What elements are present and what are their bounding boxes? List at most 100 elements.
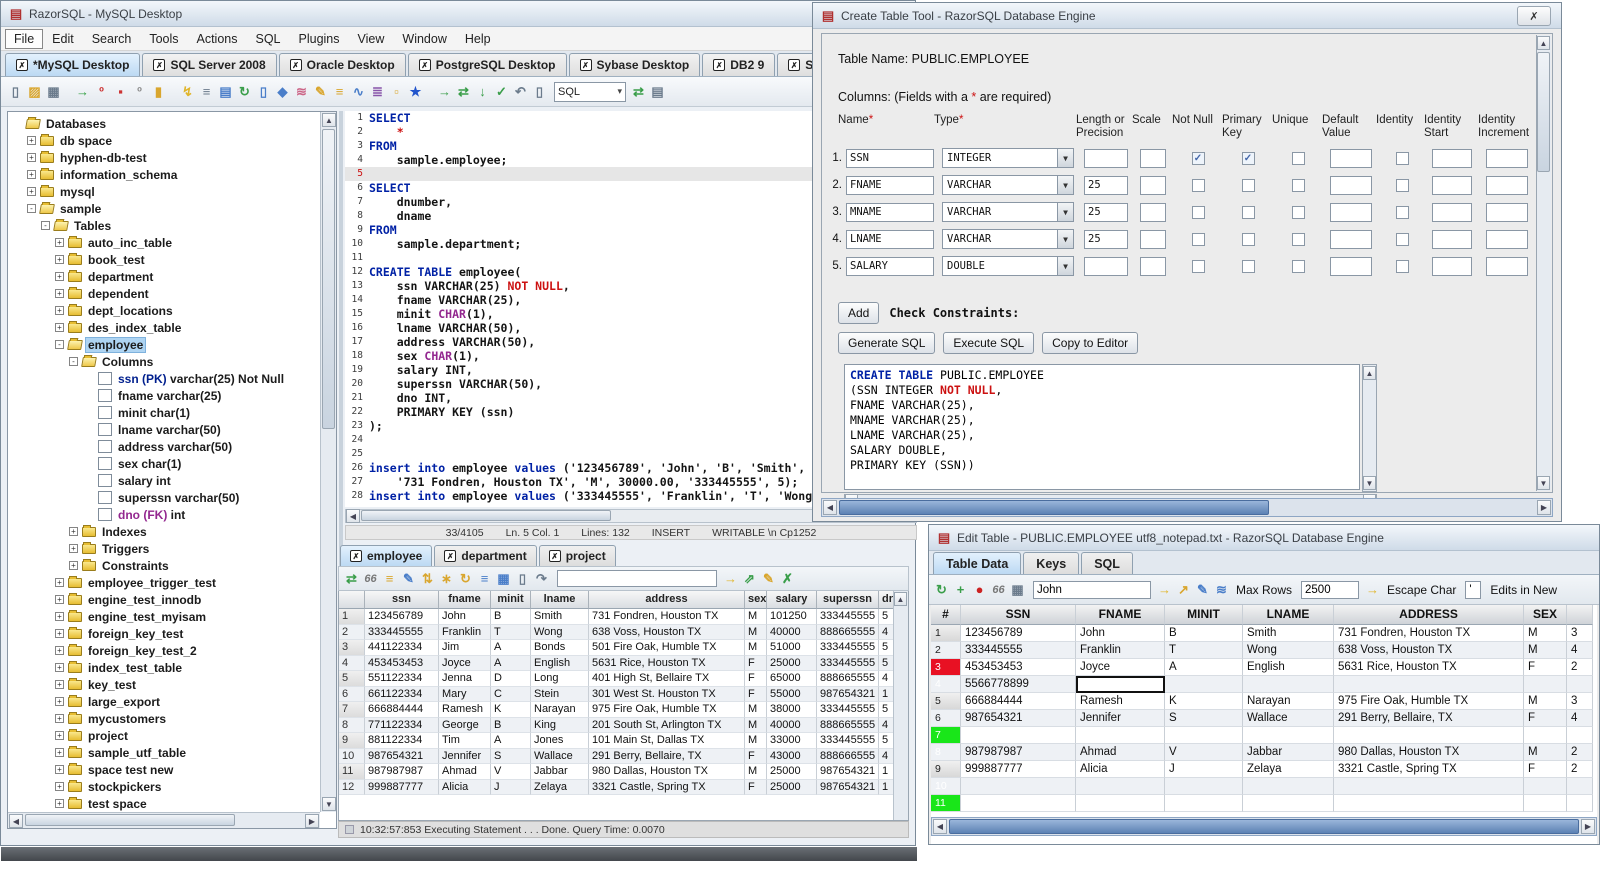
- expand-icon[interactable]: +: [55, 748, 64, 757]
- column-header-lname[interactable]: LNAME: [1243, 605, 1334, 625]
- cell[interactable]: [1165, 795, 1243, 812]
- cell[interactable]: 101250: [767, 609, 817, 625]
- results-search-input[interactable]: [557, 570, 717, 587]
- cell[interactable]: 987654321: [365, 748, 439, 764]
- cell[interactable]: 888666555: [817, 748, 879, 764]
- cell[interactable]: A: [491, 733, 531, 749]
- column-header-[interactable]: #: [931, 605, 961, 625]
- row-number[interactable]: 5: [339, 671, 365, 687]
- cell[interactable]: [1524, 795, 1567, 812]
- cell[interactable]: Ramesh: [439, 702, 491, 718]
- identity-start-field[interactable]: [1432, 148, 1472, 168]
- scroll-right-icon[interactable]: ▶: [1537, 500, 1551, 515]
- length-field[interactable]: [1084, 175, 1128, 195]
- cell[interactable]: 40000: [767, 717, 817, 733]
- connection-tab-postgresql-desktop[interactable]: ✗ PostgreSQL Desktop: [407, 53, 567, 76]
- toolbar-describe-table-icon[interactable]: ▤: [217, 82, 234, 102]
- cell[interactable]: [1165, 778, 1243, 795]
- name-field[interactable]: [846, 148, 934, 168]
- cell[interactable]: 101 Main St, Dallas TX: [589, 733, 745, 749]
- table-row[interactable]: 10 987654321 Jennifer S Wallace 291 Berry, Be…: [339, 748, 908, 764]
- column-header-lname[interactable]: lname: [531, 591, 589, 609]
- type-combobox[interactable]: DOUBLE ▼: [942, 256, 1074, 276]
- table-row[interactable]: 9 881122334 Tim A Jones 101 Main St, Dallas T…: [339, 733, 908, 749]
- cell[interactable]: F: [1524, 659, 1567, 676]
- identity-checkbox[interactable]: [1395, 178, 1409, 192]
- results-key-view-icon[interactable]: ∗: [438, 569, 455, 589]
- identity-start-field[interactable]: [1432, 229, 1472, 249]
- tab-sql[interactable]: SQL: [1081, 552, 1133, 574]
- edit-refresh-table-icon[interactable]: ↻: [933, 580, 950, 600]
- cell[interactable]: [1334, 795, 1524, 812]
- results-reload-results-icon[interactable]: ↻: [457, 569, 474, 589]
- unique-checkbox[interactable]: [1291, 259, 1305, 273]
- cell[interactable]: 123456789: [365, 609, 439, 625]
- tree-item-engine-test-myisam[interactable]: + engine_test_myisam: [9, 608, 320, 625]
- scale-field[interactable]: [1140, 256, 1166, 276]
- row-number[interactable]: 2: [339, 624, 365, 640]
- cell[interactable]: Narayan: [531, 702, 589, 718]
- expand-icon[interactable]: +: [55, 272, 64, 281]
- toolbar-go-forward-icon[interactable]: →: [436, 82, 453, 102]
- tree-item-address-varchar-50[interactable]: address varchar(50): [9, 438, 320, 455]
- tree-item-engine-test-innodb[interactable]: + engine_test_innodb: [9, 591, 320, 608]
- edit-horizontal-scrollbar[interactable]: ◀ ▶: [931, 817, 1597, 836]
- tree-item-foreign-key-test[interactable]: + foreign_key_test: [9, 625, 320, 642]
- cell[interactable]: 551122334: [365, 671, 439, 687]
- menu-view[interactable]: View: [349, 29, 394, 49]
- tree-item-ssn-pk-varchar-25-not-null[interactable]: ssn (PK) varchar(25) Not Null: [9, 370, 320, 387]
- cell[interactable]: 888665555: [817, 717, 879, 733]
- cell[interactable]: V: [491, 764, 531, 780]
- close-icon[interactable]: ✗: [1517, 6, 1551, 26]
- cell[interactable]: [961, 795, 1076, 812]
- cell[interactable]: [1334, 727, 1524, 744]
- tree-item-mycustomers[interactable]: + mycustomers: [9, 710, 320, 727]
- toolbar-explain-plan-icon[interactable]: ≣: [369, 82, 386, 102]
- sql-mode-combobox[interactable]: SQL ▾: [554, 81, 626, 102]
- table-row[interactable]: 5 666884444 Ramesh K Narayan 975 Fire Oak, Hu…: [931, 693, 1597, 710]
- cell[interactable]: [1165, 727, 1243, 744]
- cell[interactable]: 666884444: [365, 702, 439, 718]
- cell[interactable]: George: [439, 717, 491, 733]
- cell[interactable]: 2: [1567, 659, 1593, 676]
- cell[interactable]: [1243, 676, 1334, 693]
- cell[interactable]: John: [1076, 625, 1165, 642]
- tree-item-stockpickers[interactable]: + stockpickers: [9, 778, 320, 795]
- chevron-down-icon[interactable]: ▼: [1057, 176, 1073, 194]
- cell[interactable]: A: [491, 640, 531, 656]
- cell[interactable]: English: [531, 655, 589, 671]
- tree-item-tables[interactable]: - Tables: [9, 217, 320, 234]
- cell[interactable]: [1076, 795, 1165, 812]
- not-null-checkbox[interactable]: [1191, 178, 1205, 192]
- cell[interactable]: 731 Fondren, Houston TX: [1334, 625, 1524, 642]
- scroll-up-icon[interactable]: ▲: [1537, 36, 1550, 50]
- not-null-checkbox[interactable]: [1191, 232, 1205, 246]
- identity-increment-field[interactable]: [1486, 229, 1528, 249]
- column-header-address[interactable]: address: [589, 591, 745, 609]
- cell[interactable]: B: [1165, 625, 1243, 642]
- cell[interactable]: V: [1165, 744, 1243, 761]
- cell[interactable]: 987654321: [961, 710, 1076, 727]
- cell[interactable]: F: [1524, 761, 1567, 778]
- expand-icon[interactable]: +: [55, 663, 64, 672]
- table-row[interactable]: 6 987654321 Jennifer S Wallace 291 Berry, Bel…: [931, 710, 1597, 727]
- cell[interactable]: Wong: [531, 624, 589, 640]
- toolbar-search-sql-icon[interactable]: ∿: [350, 82, 367, 102]
- cell[interactable]: [1524, 727, 1567, 744]
- results-tab-project[interactable]: ✗ project: [538, 545, 616, 566]
- toolbar-refresh-connection-icon[interactable]: ⇄: [455, 82, 472, 102]
- expand-icon[interactable]: +: [55, 306, 64, 315]
- not-null-checked-checkbox[interactable]: ✓: [1191, 151, 1205, 165]
- cell[interactable]: 5631 Rice, Houston TX: [1334, 659, 1524, 676]
- tree-item-employee-trigger-test[interactable]: + employee_trigger_test: [9, 574, 320, 591]
- identity-checkbox[interactable]: [1395, 151, 1409, 165]
- default-value-field[interactable]: [1330, 175, 1372, 195]
- close-tab-icon[interactable]: ✗: [788, 59, 801, 71]
- dialog-titlebar[interactable]: ▤ Create Table Tool - RazorSQL Database …: [813, 3, 1561, 29]
- cell[interactable]: Jenna: [439, 671, 491, 687]
- cell[interactable]: 333445555: [817, 702, 879, 718]
- cell[interactable]: Franklin: [439, 624, 491, 640]
- expand-icon[interactable]: +: [55, 323, 64, 332]
- primary-key-checkbox[interactable]: [1241, 232, 1255, 246]
- results-vertical-scrollbar[interactable]: ▲: [893, 591, 908, 820]
